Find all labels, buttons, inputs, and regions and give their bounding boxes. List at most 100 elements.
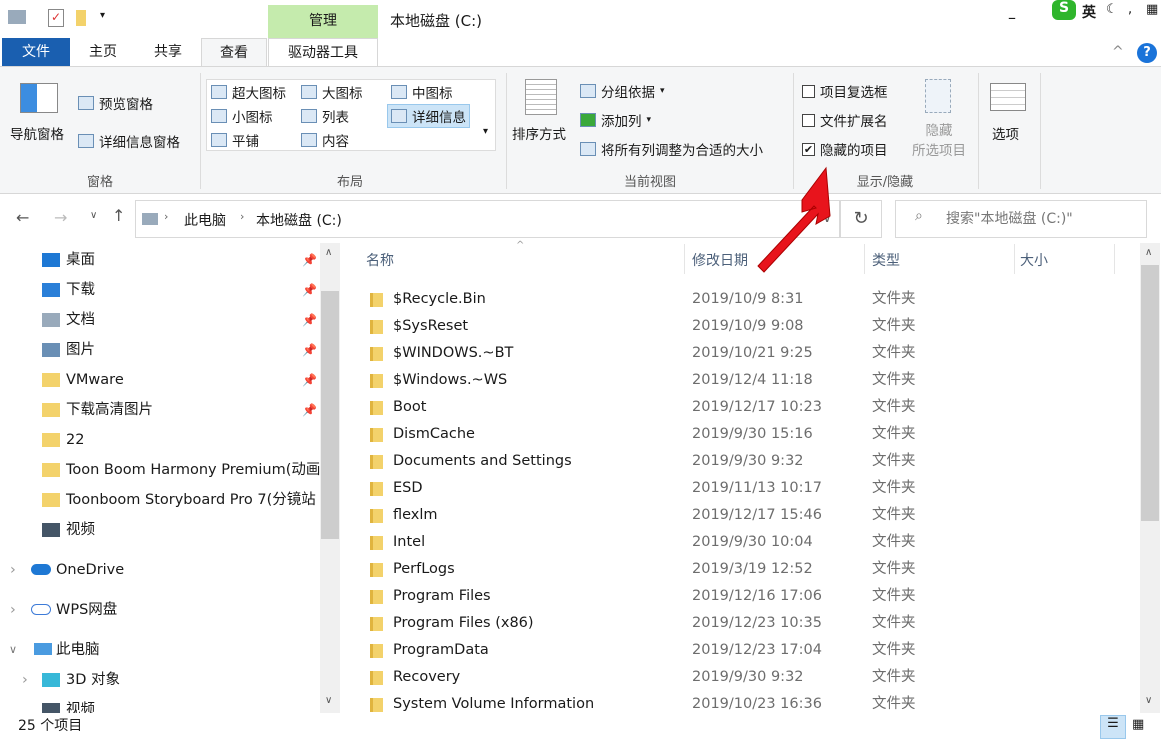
forward-button[interactable]: →	[54, 208, 67, 227]
tab-drive-tools[interactable]: 驱动器工具	[268, 38, 378, 67]
tab-home[interactable]: 主页	[78, 38, 128, 67]
pin-icon[interactable]: 📌	[302, 305, 317, 335]
pin-icon[interactable]: 📌	[302, 245, 317, 275]
breadcrumb-drive[interactable]: 本地磁盘 (C:)	[256, 210, 342, 230]
nav-item-quick-access[interactable]: Toon Boom Harmony Premium(动画	[0, 455, 320, 485]
nav-pane-button[interactable]: 导航窗格	[10, 123, 64, 143]
layout-list[interactable]: 列表	[301, 106, 349, 126]
file-row[interactable]: Program Files (x86) 2019/12/23 10:35 文件夹	[355, 610, 1135, 637]
file-row[interactable]: PerfLogs 2019/3/19 12:52 文件夹	[355, 556, 1135, 583]
nav-item-quick-access[interactable]: VMware 📌	[0, 365, 320, 395]
breadcrumb-this-pc[interactable]: 此电脑	[184, 210, 226, 230]
minimize-button[interactable]: –	[1008, 8, 1016, 27]
file-row[interactable]: $Windows.~WS 2019/12/4 11:18 文件夹	[355, 367, 1135, 394]
nav-item-quick-access[interactable]: 视频	[0, 515, 320, 545]
nav-item-wps[interactable]: › WPS网盘	[0, 595, 320, 625]
properties-icon[interactable]: ✓	[48, 9, 64, 27]
pin-icon[interactable]: 📌	[302, 335, 317, 365]
ime-lang[interactable]: 英	[1082, 2, 1096, 22]
nav-item-onedrive[interactable]: › OneDrive	[0, 555, 320, 585]
layout-large[interactable]: 大图标	[301, 82, 363, 102]
search-input[interactable]: 搜索"本地磁盘 (C:)"	[895, 200, 1147, 238]
checkbox-checked[interactable]: ✔	[802, 142, 815, 156]
gallery-more-icon[interactable]: ▾	[483, 126, 488, 137]
scroll-up-icon[interactable]: ∧	[325, 247, 332, 258]
file-row[interactable]: Program Files 2019/12/16 17:06 文件夹	[355, 583, 1135, 610]
recent-locations-icon[interactable]: ∨	[90, 210, 97, 221]
layout-extra-large[interactable]: 超大图标	[211, 82, 286, 102]
file-row[interactable]: $WINDOWS.~BT 2019/10/21 9:25 文件夹	[355, 340, 1135, 367]
scroll-down-icon[interactable]: ∨	[325, 695, 332, 706]
large-icons-view-button[interactable]: ▦	[1132, 717, 1144, 732]
nav-item-quick-access[interactable]: 图片 📌	[0, 335, 320, 365]
layout-details[interactable]: 详细信息	[387, 104, 470, 128]
scroll-up-icon[interactable]: ∧	[1145, 247, 1152, 258]
file-row[interactable]: DismCache 2019/9/30 15:16 文件夹	[355, 421, 1135, 448]
ime-punct-icon[interactable]: ,	[1128, 2, 1132, 17]
new-folder-icon[interactable]	[76, 10, 86, 26]
layout-tiles[interactable]: 平铺	[211, 130, 259, 150]
nav-item-quick-access[interactable]: Toonboom Storyboard Pro 7(分镜站	[0, 485, 320, 515]
nav-item-videos[interactable]: 视频	[0, 695, 320, 713]
file-list-scrollbar[interactable]: ∧ ∨	[1140, 243, 1160, 713]
nav-item-quick-access[interactable]: 桌面 📌	[0, 245, 320, 275]
add-columns-button[interactable]: 添加列 ▾	[580, 110, 651, 130]
pin-icon[interactable]: 📌	[302, 365, 317, 395]
layout-medium[interactable]: 中图标	[391, 82, 453, 102]
ime-logo-icon[interactable]: S	[1052, 0, 1076, 20]
back-button[interactable]: ←	[16, 208, 29, 227]
divider[interactable]	[684, 244, 685, 274]
nav-item-quick-access[interactable]: 文档 📌	[0, 305, 320, 335]
divider[interactable]	[864, 244, 865, 274]
file-extensions-toggle[interactable]: 文件扩展名	[802, 110, 888, 130]
nav-item-3d-objects[interactable]: › 3D 对象	[0, 665, 320, 695]
file-row[interactable]: Recovery 2019/9/30 9:32 文件夹	[355, 664, 1135, 691]
file-row[interactable]: ESD 2019/11/13 10:17 文件夹	[355, 475, 1135, 502]
pin-icon[interactable]: 📌	[302, 395, 317, 425]
layout-small[interactable]: 小图标	[211, 106, 273, 126]
file-row[interactable]: Documents and Settings 2019/9/30 9:32 文件夹	[355, 448, 1135, 475]
preview-pane-button[interactable]: 预览窗格	[78, 93, 153, 113]
refresh-button[interactable]: ↻	[840, 200, 882, 238]
file-row[interactable]: $SysReset 2019/10/9 9:08 文件夹	[355, 313, 1135, 340]
column-header-name[interactable]: 名称	[366, 250, 394, 274]
collapse-icon[interactable]: ∨	[9, 635, 17, 665]
group-by-button[interactable]: 分组依据 ▾	[580, 81, 665, 101]
details-view-button[interactable]: ☰	[1100, 715, 1126, 739]
sort-by-button[interactable]: 排序方式	[512, 123, 566, 143]
file-row[interactable]: Intel 2019/9/30 10:04 文件夹	[355, 529, 1135, 556]
tab-file[interactable]: 文件	[2, 38, 70, 67]
nav-item-quick-access[interactable]: 下载 📌	[0, 275, 320, 305]
divider[interactable]	[1014, 244, 1015, 274]
checkbox[interactable]	[802, 84, 815, 98]
ime-moon-icon[interactable]: ☾	[1106, 2, 1118, 17]
help-icon[interactable]: ?	[1137, 43, 1157, 63]
checkbox[interactable]	[802, 113, 815, 127]
nav-item-quick-access[interactable]: 下载高清图片 📌	[0, 395, 320, 425]
expand-icon[interactable]: ›	[22, 665, 28, 695]
column-header-size[interactable]: 大小	[1020, 250, 1048, 274]
nav-item-quick-access[interactable]: 22	[0, 425, 320, 455]
options-button[interactable]: 选项	[992, 123, 1019, 143]
hide-selected-button[interactable]: 隐藏 所选项目	[904, 121, 974, 161]
file-row[interactable]: $Recycle.Bin 2019/10/9 8:31 文件夹	[355, 286, 1135, 313]
expand-icon[interactable]: ›	[10, 595, 16, 625]
tab-share[interactable]: 共享	[140, 38, 196, 67]
pin-icon[interactable]: 📌	[302, 275, 317, 305]
ime-keyboard-icon[interactable]: ▦	[1146, 2, 1158, 17]
details-pane-button[interactable]: 详细信息窗格	[78, 131, 180, 151]
size-columns-button[interactable]: 将所有列调整为合适的大小	[580, 139, 763, 159]
file-row[interactable]: ProgramData 2019/12/23 17:04 文件夹	[355, 637, 1135, 664]
address-bar[interactable]: › 此电脑 › 本地磁盘 (C:) ∨	[135, 200, 840, 238]
collapse-ribbon-icon[interactable]: ^	[1112, 44, 1124, 60]
file-row[interactable]: Boot 2019/12/17 10:23 文件夹	[355, 394, 1135, 421]
chevron-right-icon[interactable]: ›	[240, 210, 244, 223]
customize-toolbar-icon[interactable]: ▾	[100, 10, 105, 21]
layout-content[interactable]: 内容	[301, 130, 349, 150]
hidden-items-toggle[interactable]: ✔ 隐藏的项目	[802, 139, 888, 159]
column-header-type[interactable]: 类型	[872, 250, 900, 274]
file-row[interactable]: flexlm 2019/12/17 15:46 文件夹	[355, 502, 1135, 529]
chevron-right-icon[interactable]: ›	[164, 210, 168, 223]
expand-icon[interactable]: ›	[10, 555, 16, 585]
scroll-thumb[interactable]	[321, 291, 339, 539]
